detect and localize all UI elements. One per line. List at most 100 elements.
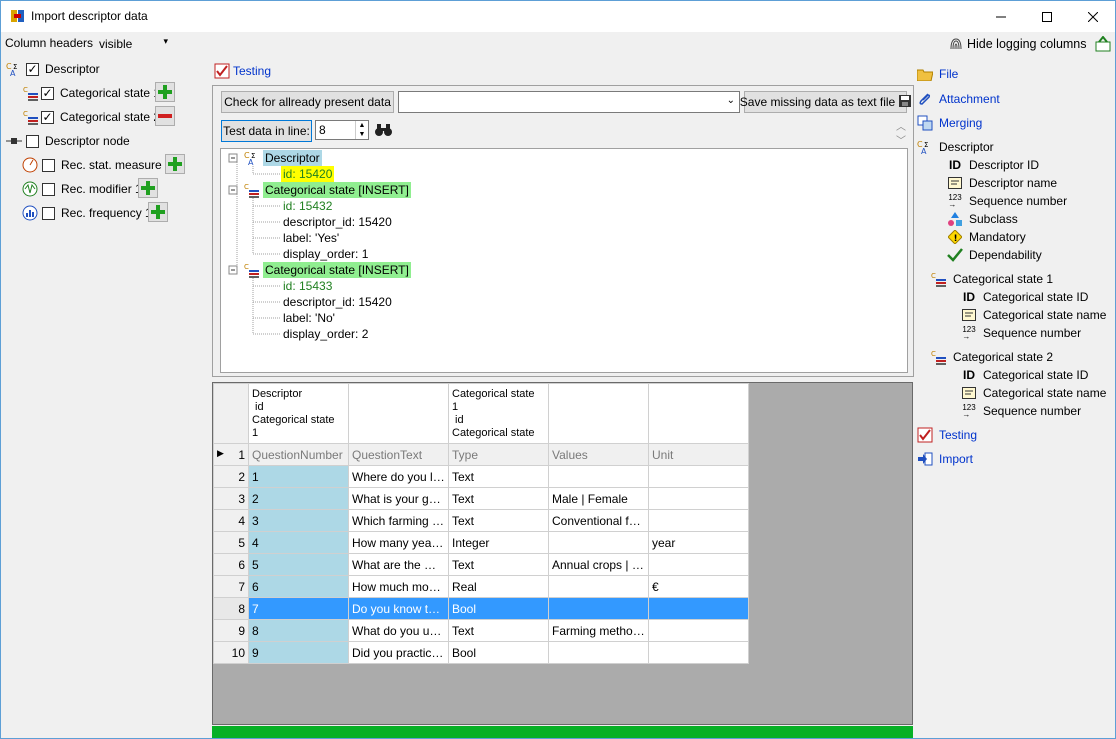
table-row[interactable]: 2 1 Where do you live? Text [213, 465, 749, 488]
grid-cell[interactable]: 4 [248, 531, 349, 554]
grid-cell[interactable]: Unit [648, 443, 749, 466]
field-cat2-sequence[interactable]: 123 → Sequence number [961, 402, 1081, 420]
left-item-categorical-state-2[interactable]: C ✓ Categorical state 2 [23, 107, 160, 127]
row-header[interactable]: 4 [213, 509, 249, 532]
row-header[interactable]: 7 [213, 575, 249, 598]
categorical-state-1-checkbox[interactable]: ✓ [41, 86, 54, 100]
grid-cell[interactable] [548, 641, 649, 664]
scroll-up-icon[interactable]: ︿ [896, 118, 906, 133]
grid-cell[interactable]: Where do you live? [348, 465, 449, 488]
grid-cell[interactable]: € [648, 575, 749, 598]
grid-cell[interactable]: How many years ... [348, 531, 449, 554]
grid-cell[interactable]: Conventional far... [548, 509, 649, 532]
grid-top-header[interactable] [548, 383, 649, 444]
tree-node-field[interactable]: descriptor_id: 15420 [283, 214, 392, 230]
row-header[interactable]: 5 [213, 531, 249, 554]
grid-cell[interactable]: Integer [448, 531, 549, 554]
grid-cell[interactable]: year [648, 531, 749, 554]
grid-cell[interactable]: Did you practice t... [348, 641, 449, 664]
grid-cell[interactable]: Text [448, 487, 549, 510]
row-header[interactable]: 8 [213, 597, 249, 620]
table-row[interactable]: 7 6 How much mone... Real € [213, 575, 749, 598]
grid-cell[interactable]: 9 [248, 641, 349, 664]
field-dependability[interactable]: Dependability [947, 246, 1042, 264]
line-number-input[interactable]: 8 ▲ ▼ [315, 120, 369, 140]
descriptor-checkbox[interactable]: ✓ [26, 62, 39, 76]
grid-cell[interactable] [648, 641, 749, 664]
grid-cell[interactable]: Bool [448, 597, 549, 620]
test-data-in-line-button[interactable]: Test data in line: [221, 120, 312, 142]
table-row[interactable]: 10 9 Did you practice t... Bool [213, 641, 749, 664]
grid-cell[interactable]: Values [548, 443, 649, 466]
grid-top-header[interactable]: Categorical state 1 id Categorical state [448, 383, 549, 444]
nav-descriptor[interactable]: CΣA Descriptor [917, 138, 994, 156]
grid-cell[interactable] [548, 597, 649, 620]
grid-cell[interactable]: 6 [248, 575, 349, 598]
binoculars-icon[interactable] [375, 122, 393, 141]
grid-cell[interactable]: Which farming m... [348, 509, 449, 532]
left-item-descriptor-node[interactable]: Descriptor node [6, 131, 130, 151]
grid-cell[interactable]: Text [448, 553, 549, 576]
field-descriptor-name[interactable]: Descriptor name [947, 174, 1057, 192]
grid-cell[interactable]: Bool [448, 641, 549, 664]
scroll-down-icon[interactable]: ﹀ [896, 132, 906, 147]
remove-categorical-state-button[interactable] [155, 106, 175, 126]
grid-cell[interactable]: 5 [248, 553, 349, 576]
grid-cell[interactable]: Text [448, 619, 549, 642]
grid-cell[interactable]: What are the mai... [348, 553, 449, 576]
tree-node-field[interactable]: label: 'Yes' [283, 230, 339, 246]
left-item-rec-modifier[interactable]: Rec. modifier 1 [22, 179, 142, 199]
table-row[interactable]: 6 5 What are the mai... Text Annual crops | … [213, 553, 749, 576]
grid-cell[interactable] [648, 465, 749, 488]
left-item-descriptor[interactable]: CΣA ✓ Descriptor [6, 59, 100, 79]
grid-cell[interactable]: Real [448, 575, 549, 598]
rec-modifier-checkbox[interactable] [42, 182, 55, 196]
row-header[interactable]: 2 [213, 465, 249, 488]
add-frequency-button[interactable] [148, 202, 168, 222]
tree-node-categorical-state[interactable]: Categorical state [INSERT] [263, 182, 411, 198]
nav-file[interactable]: File [917, 65, 958, 83]
grid-cell[interactable] [648, 553, 749, 576]
add-categorical-state-button[interactable] [155, 82, 175, 102]
check-present-data-button[interactable]: Check for allready present data [221, 91, 394, 113]
grid-cell[interactable]: Do you know the... [348, 597, 449, 620]
grid-top-header[interactable] [348, 383, 449, 444]
grid-cell[interactable]: What is your gen... [348, 487, 449, 510]
table-row[interactable]: ▶ 1 QuestionNumber QuestionText Type Valu… [213, 443, 749, 466]
add-stat-measure-button[interactable] [165, 154, 185, 174]
grid-cell[interactable]: How much mone... [348, 575, 449, 598]
grid-cell[interactable]: 2 [248, 487, 349, 510]
row-header[interactable]: ▶ 1 [213, 443, 249, 466]
grid-cell[interactable]: 8 [248, 619, 349, 642]
field-mandatory[interactable]: ! Mandatory [947, 228, 1026, 246]
nav-categorical-state-2[interactable]: C Categorical state 2 [931, 348, 1053, 366]
tree-node-field[interactable]: display_order: 2 [283, 326, 368, 342]
tree-node-categorical-state[interactable]: Categorical state [INSERT] [263, 262, 411, 278]
data-grid[interactable]: Descriptor id Categorical state 1 Catego… [212, 382, 913, 725]
table-row[interactable]: 9 8 What do you und... Text Farming methods … [213, 619, 749, 642]
table-row[interactable]: 4 3 Which farming m... Text Conventional far… [213, 509, 749, 532]
row-header[interactable]: 10 [213, 641, 249, 664]
grid-cell[interactable]: Male | Female [548, 487, 649, 510]
descriptor-node-checkbox[interactable] [26, 134, 39, 148]
left-item-rec-stat-measure[interactable]: Rec. stat. measure 1 [22, 155, 172, 175]
left-item-categorical-state-1[interactable]: C ✓ Categorical state 1 [23, 83, 160, 103]
tree-node-field[interactable]: id: 15432 [283, 198, 332, 214]
grid-cell[interactable] [548, 531, 649, 554]
field-subclass[interactable]: Subclass [947, 210, 1018, 228]
close-button[interactable] [1070, 1, 1116, 32]
nav-import[interactable]: Import [917, 450, 973, 468]
grid-cell[interactable] [548, 465, 649, 488]
field-cat1-name[interactable]: Categorical state name [961, 306, 1106, 324]
field-cat2-name[interactable]: Categorical state name [961, 384, 1106, 402]
row-header[interactable]: 9 [213, 619, 249, 642]
table-row[interactable]: 3 2 What is your gen... Text Male | Female [213, 487, 749, 510]
grid-cell[interactable] [648, 487, 749, 510]
grid-cell[interactable]: QuestionNumber [248, 443, 349, 466]
grid-cell[interactable]: Text [448, 509, 549, 532]
field-cat1-sequence[interactable]: 123 → Sequence number [961, 324, 1081, 342]
grid-cell[interactable] [648, 509, 749, 532]
grid-cell[interactable]: Farming methods ... [548, 619, 649, 642]
tree-node-field[interactable]: display_order: 1 [283, 246, 368, 262]
tree-node-descriptor[interactable]: Descriptor [263, 150, 322, 166]
